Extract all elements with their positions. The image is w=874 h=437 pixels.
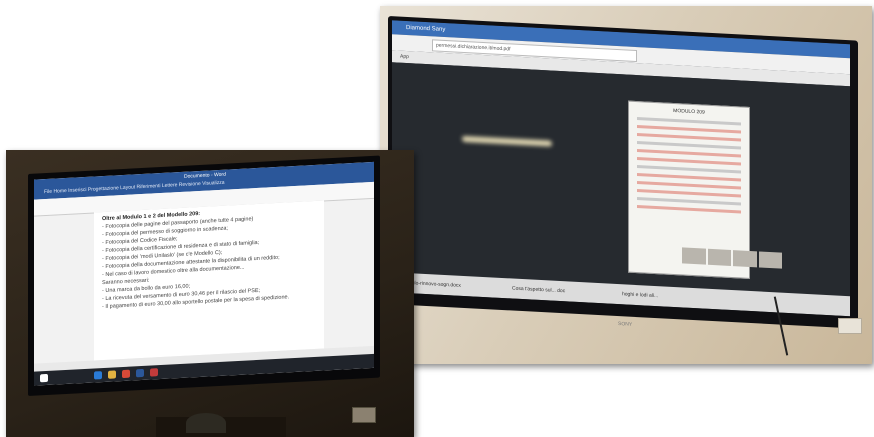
folder-icon [108, 370, 116, 379]
form-header: MODULO 209 [673, 107, 705, 116]
form-line [637, 165, 741, 174]
tv-brand: SONY [618, 321, 633, 328]
document-page: Oltre al Modulo 1 e 2 del Modello 209: -… [94, 200, 324, 361]
form-line [637, 141, 741, 150]
thumbnail [707, 248, 731, 266]
form-line [637, 117, 741, 126]
form-line [637, 205, 741, 214]
screen-content: Diamond Sany permessi.dichiarazione.it/m… [392, 20, 850, 317]
plant [186, 413, 226, 433]
form-line [637, 133, 741, 142]
tv-screen: Diamond Sany permessi.dichiarazione.it/m… [388, 16, 858, 329]
form-line [637, 173, 741, 182]
chrome-icon [122, 369, 130, 379]
wall-plate [352, 407, 376, 423]
form-line [637, 157, 741, 166]
form-line [637, 181, 741, 190]
thumbnail [733, 250, 757, 268]
pdf-icon [150, 368, 158, 377]
screen-content: Documento - Word File Home Inserisci Pro… [34, 161, 374, 386]
photo-left-word-tv: Documento - Word File Home Inserisci Pro… [6, 150, 414, 437]
wall-outlet [838, 318, 862, 334]
taskbar-item: hoghi e lodi ali... [622, 291, 659, 300]
thumbnail [682, 247, 706, 265]
pdf-viewer: MODULO 209 [392, 62, 850, 297]
thumbnail [758, 251, 782, 269]
tv-screen: Documento - Word File Home Inserisci Pro… [28, 155, 380, 396]
window-title: Documento - Word [184, 171, 226, 180]
taskbar-item: Cosa t'aspetto sul... doc [512, 285, 566, 295]
form-line [637, 189, 741, 198]
form-line [637, 125, 741, 134]
windows-icon [40, 373, 48, 383]
photo-right-browser-tv: Diamond Sany permessi.dichiarazione.it/m… [380, 6, 872, 364]
form-line [637, 149, 741, 158]
light-reflection [462, 135, 552, 147]
word-icon [136, 368, 144, 378]
edge-icon [94, 371, 102, 380]
form-line [637, 197, 741, 206]
